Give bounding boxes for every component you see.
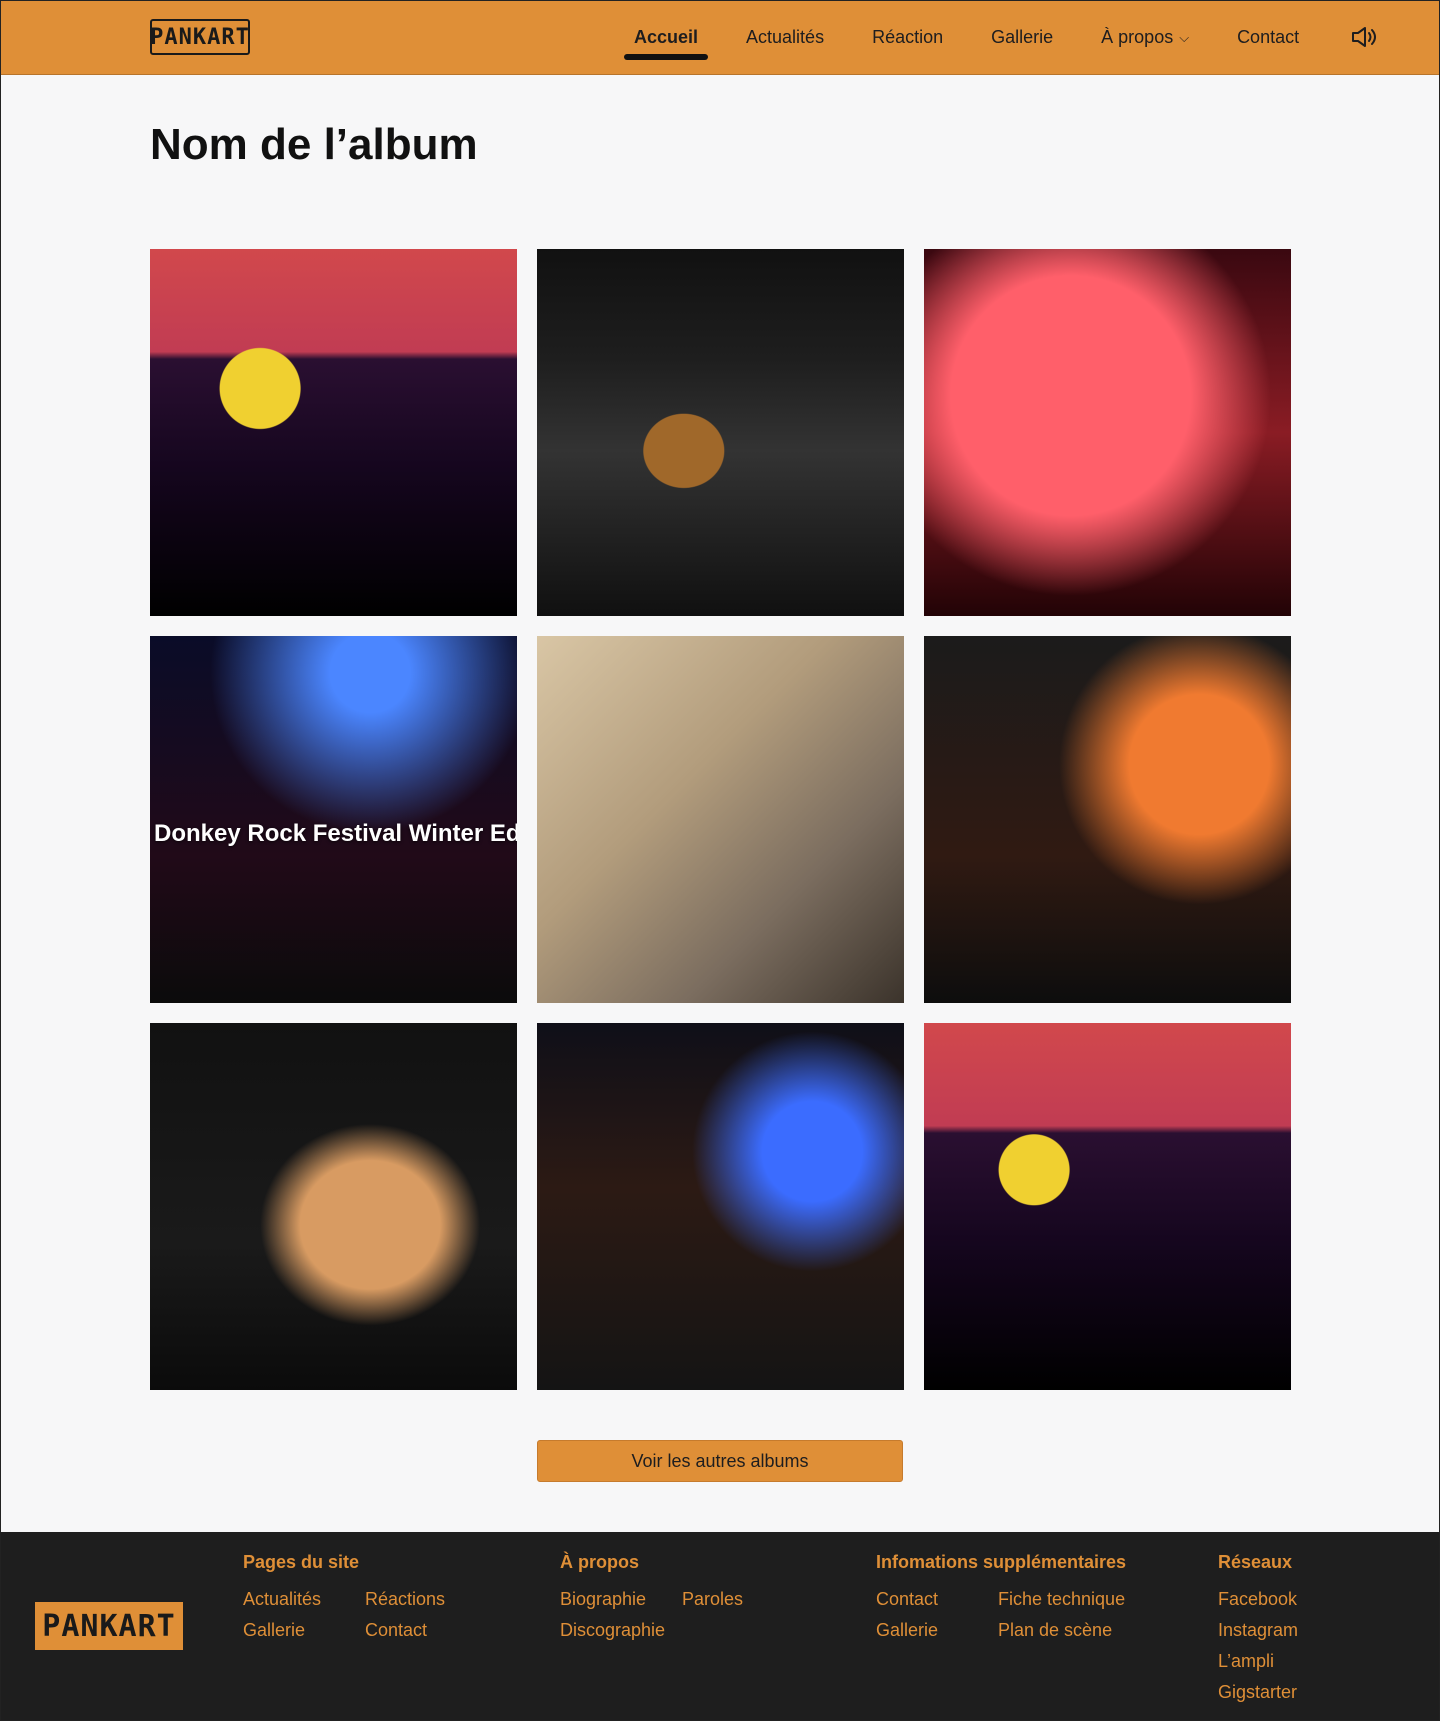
page-title: Nom de l’album [150,120,478,169]
footer-link-reactions[interactable]: Réactions [365,1589,445,1610]
site-logo[interactable]: PANKART [150,19,250,55]
gallery-photo[interactable] [924,249,1291,616]
footer-link-gigstarter[interactable]: Gigstarter [1218,1682,1298,1703]
gallery-photo[interactable] [924,1023,1291,1390]
footer-link-paroles[interactable]: Paroles [682,1589,743,1610]
footer-link-facebook[interactable]: Facebook [1218,1589,1298,1610]
footer-infos: Infomations supplémentaires Contact Fich… [876,1552,1126,1641]
footer-link-biographie[interactable]: Biographie [560,1589,682,1610]
nav-accueil[interactable]: Accueil [623,27,709,60]
nav-gallerie[interactable]: Gallerie [991,27,1053,48]
footer-logo[interactable]: PANKART [35,1602,183,1650]
footer-link-lampli[interactable]: L’ampli [1218,1651,1298,1672]
nav-actualites[interactable]: Actualités [746,27,824,48]
nav-a-propos[interactable]: À propos ⌵ [1101,27,1189,48]
footer-heading: Réseaux [1218,1552,1293,1572]
gallery-photo[interactable] [150,249,517,616]
main-nav: Accueil Actualités Réaction Gallerie À p… [610,0,1323,75]
footer-link-contact[interactable]: Contact [365,1620,445,1641]
photo-gallery: Donkey Rock Festival Winter Ed [150,249,1291,1390]
footer-link-gallerie[interactable]: Gallerie [876,1620,998,1641]
site-header: PANKART Accueil Actualités Réaction Gall… [0,0,1440,75]
gallery-photo[interactable] [537,249,904,616]
footer-link-discographie[interactable]: Discographie [560,1620,682,1641]
chevron-down-icon: ⌵ [1179,30,1190,45]
nav-reaction[interactable]: Réaction [872,27,943,48]
gallery-photo[interactable] [537,1023,904,1390]
gallery-photo[interactable] [924,636,1291,1003]
footer-link-instagram[interactable]: Instagram [1218,1620,1298,1641]
gallery-photo[interactable] [150,1023,517,1390]
footer-heading: Pages du site [243,1552,360,1572]
footer-pages: Pages du site Actualités Réactions Galle… [243,1552,445,1641]
footer-heading: À propos [560,1552,639,1572]
photo-caption: Donkey Rock Festival Winter Ed [154,819,517,847]
footer-link-fiche-technique[interactable]: Fiche technique [998,1589,1126,1610]
footer-link-plan-de-scene[interactable]: Plan de scène [998,1620,1126,1641]
footer-link-actualites[interactable]: Actualités [243,1589,365,1610]
nav-contact[interactable]: Contact [1237,27,1299,48]
site-footer: PANKART Pages du site Actualités Réactio… [0,1532,1440,1721]
gallery-photo[interactable]: Donkey Rock Festival Winter Ed [150,636,517,1003]
footer-link-contact[interactable]: Contact [876,1589,998,1610]
footer-heading: Infomations supplémentaires [876,1552,1127,1572]
footer-link-gallerie[interactable]: Gallerie [243,1620,365,1641]
speaker-icon[interactable] [1350,25,1378,49]
gallery-photo[interactable] [537,636,904,1003]
footer-reseaux: Réseaux Facebook Instagram L’ampli Gigst… [1218,1552,1298,1703]
other-albums-button[interactable]: Voir les autres albums [537,1440,903,1482]
footer-a-propos: À propos Biographie Paroles Discographie [560,1552,743,1641]
